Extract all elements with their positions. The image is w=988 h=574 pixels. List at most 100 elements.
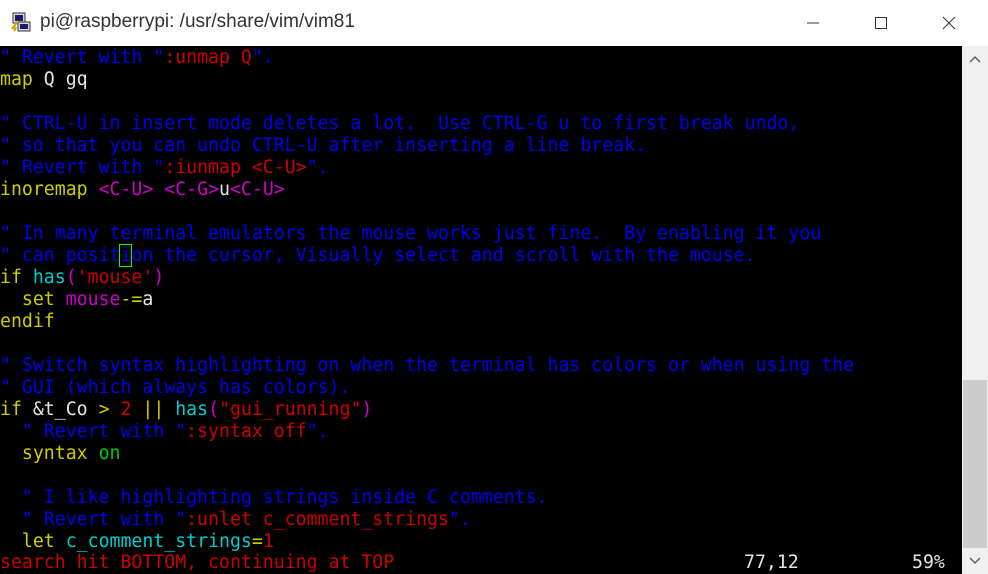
code-token: ".	[448, 509, 471, 530]
code-token: <C-U>	[98, 179, 154, 200]
code-token: :unlet c_comment_strings	[186, 509, 449, 530]
close-button[interactable]	[926, 0, 972, 46]
scroll-percent: 59%	[912, 552, 945, 573]
code-token: if	[0, 399, 22, 420]
code-line: inoremap <C-U> <C-G>u<C-U>	[0, 179, 285, 201]
window-title: pi@raspberrypi: /usr/share/vim/vim81	[40, 11, 355, 32]
scrollbar-thumb[interactable]	[963, 380, 987, 548]
code-token: c_comment_strings	[65, 531, 252, 552]
code-line: " Revert with ":iunmap <C-U>".	[0, 157, 329, 179]
code-token: " I like highlighting strings inside C c…	[0, 487, 548, 508]
code-token: set	[21, 289, 55, 310]
code-line: " I like highlighting strings inside C c…	[0, 487, 548, 509]
code-line: endif	[0, 311, 55, 333]
code-token: ".	[251, 47, 274, 68]
terminal-window: pi@raspberrypi: /usr/share/vim/vim81 sea…	[0, 0, 988, 574]
code-token: Q gq	[32, 69, 88, 90]
code-token: " CTRL-U in insert mode deletes a lot. U…	[0, 113, 800, 134]
scroll-up-button[interactable]	[962, 46, 988, 72]
code-line: set mouse-=a	[0, 289, 153, 311]
putty-icon	[11, 12, 31, 32]
code-line: " CTRL-U in insert mode deletes a lot. U…	[0, 113, 799, 135]
code-token: >	[98, 399, 110, 420]
code-token: mouse	[65, 289, 121, 310]
minimize-icon	[807, 22, 819, 24]
code-token: has	[175, 399, 209, 420]
code-token: )	[361, 399, 373, 420]
close-icon	[942, 16, 956, 30]
chevron-down-icon	[969, 557, 981, 565]
code-token: )	[153, 267, 165, 288]
code-token: ".	[306, 421, 329, 442]
code-token: map	[0, 69, 33, 90]
code-token: " Switch syntax highlighting on when the…	[0, 355, 855, 376]
code-line: map Q gq	[0, 69, 88, 91]
code-token: 'mouse'	[76, 267, 154, 288]
code-token: has	[32, 267, 66, 288]
code-token: endif	[0, 311, 55, 332]
code-line: syntax on	[0, 443, 121, 465]
status-message: search hit BOTTOM, continuing at TOP	[0, 552, 395, 573]
code-token: <C-G>	[164, 179, 220, 200]
text-cursor: i	[119, 244, 133, 267]
code-token: :iunmap <C-U>	[164, 157, 307, 178]
code-line: " can position the cursor, Visually sele…	[0, 244, 756, 267]
code-token: <C-U>	[229, 179, 285, 200]
vertical-scrollbar[interactable]	[962, 46, 988, 574]
code-token: if	[0, 267, 22, 288]
code-token: " GUI (which always has colors).	[0, 377, 351, 398]
code-token: syntax	[21, 443, 88, 464]
code-line: if &t_Co > 2 || has("gui_running")	[0, 399, 372, 421]
code-token: ".	[306, 157, 329, 178]
vim-editor[interactable]: search hit BOTTOM, continuing at TOP 77,…	[0, 46, 962, 574]
code-token: u	[219, 179, 230, 200]
code-token: " can posit	[0, 245, 121, 266]
code-token: :syntax off	[186, 421, 307, 442]
code-token: on the cursor, Visually select and scrol…	[131, 245, 756, 266]
code-token: " so that you can undo CTRL-U after inse…	[0, 135, 647, 156]
maximize-button[interactable]	[858, 0, 904, 46]
code-token: 1	[262, 531, 274, 552]
code-token: :unmap Q	[164, 47, 252, 68]
code-token: 2	[120, 399, 132, 420]
minimize-button[interactable]	[790, 0, 836, 46]
code-token: inoremap	[0, 179, 88, 200]
code-token: =	[251, 531, 263, 552]
code-line: " so that you can undo CTRL-U after inse…	[0, 135, 646, 157]
code-token: -=	[120, 289, 143, 310]
code-line: " GUI (which always has colors).	[0, 377, 350, 399]
chevron-up-icon	[969, 55, 981, 63]
code-token: " In many terminal emulators the mouse w…	[0, 223, 822, 244]
title-bar[interactable]: pi@raspberrypi: /usr/share/vim/vim81	[0, 0, 988, 47]
code-token: a	[142, 289, 154, 310]
code-line: " Revert with ":unlet c_comment_strings"…	[0, 509, 471, 531]
scroll-down-button[interactable]	[962, 548, 988, 574]
code-line: " Revert with ":syntax off".	[0, 421, 329, 443]
code-line: " Switch syntax highlighting on when the…	[0, 355, 854, 377]
code-line: " Revert with ":unmap Q".	[0, 47, 274, 69]
code-token: on	[98, 443, 121, 464]
cursor-position: 77,12	[744, 552, 799, 573]
code-token: " Revert with "	[0, 509, 187, 530]
code-token: &t_Co	[21, 399, 99, 420]
code-token: (	[208, 399, 220, 420]
code-line: " In many terminal emulators the mouse w…	[0, 223, 821, 245]
code-token: " Revert with "	[0, 47, 165, 68]
code-token: let	[21, 531, 55, 552]
code-token: (	[65, 267, 77, 288]
code-token: " Revert with "	[0, 157, 165, 178]
code-token: ||	[142, 399, 165, 420]
maximize-icon	[875, 17, 887, 29]
